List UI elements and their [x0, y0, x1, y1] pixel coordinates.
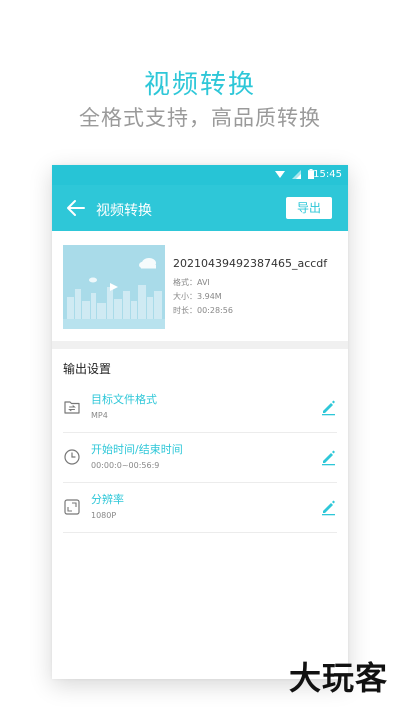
section-divider — [52, 341, 348, 349]
pencil-icon[interactable] — [319, 498, 337, 516]
file-format: 格式：AVI — [173, 278, 210, 287]
pencil-icon[interactable] — [319, 448, 337, 466]
file-convert-icon — [64, 401, 80, 414]
output-settings-title: 输出设置 — [63, 362, 112, 376]
signal-icon — [292, 169, 301, 179]
setting-label-time-range: 开始时间/结束时间 — [91, 443, 183, 456]
file-name: 20210439492387465_accdf — [173, 257, 328, 270]
setting-value-time-range: 00:00:0~00:56:9 — [91, 461, 160, 470]
setting-value-format: MP4 — [91, 411, 108, 420]
export-button[interactable]: 导出 — [286, 197, 332, 219]
setting-label-resolution: 分辨率 — [91, 493, 124, 506]
status-time: 15:45 — [313, 169, 342, 180]
phone-screen: 15:45 视频转换 导出 20210439492387465_accdf 格式… — [52, 165, 348, 679]
setting-row-format[interactable]: 目标文件格式 MP4 — [63, 383, 337, 433]
status-bar: 15:45 — [52, 165, 348, 185]
resolution-icon — [64, 499, 80, 515]
app-bar: 视频转换 导出 — [52, 185, 348, 231]
clock-icon — [64, 449, 80, 465]
promo-subtitle: 全格式支持，高品质转换 — [79, 106, 321, 130]
promo-title: 视频转换 — [143, 70, 256, 100]
file-card: 20210439492387465_accdf 格式：AVI 大小：3.94M … — [52, 231, 348, 341]
setting-value-resolution: 1080P — [91, 511, 117, 520]
setting-row-resolution[interactable]: 分辨率 1080P — [63, 483, 337, 533]
setting-row-time-range[interactable]: 开始时间/结束时间 00:00:0~00:56:9 — [63, 433, 337, 483]
setting-label-format: 目标文件格式 — [91, 393, 157, 406]
city-skyline-illustration — [63, 245, 165, 329]
video-thumbnail[interactable] — [63, 245, 165, 329]
file-duration: 时长：00:28:56 — [173, 306, 233, 315]
status-icons — [275, 169, 314, 179]
wifi-icon — [275, 170, 285, 178]
app-bar-title: 视频转换 — [96, 203, 152, 219]
pencil-icon[interactable] — [319, 398, 337, 416]
arrow-left-icon[interactable] — [64, 197, 88, 219]
file-size: 大小：3.94M — [173, 292, 222, 301]
watermark: 大玩客 — [288, 659, 388, 697]
